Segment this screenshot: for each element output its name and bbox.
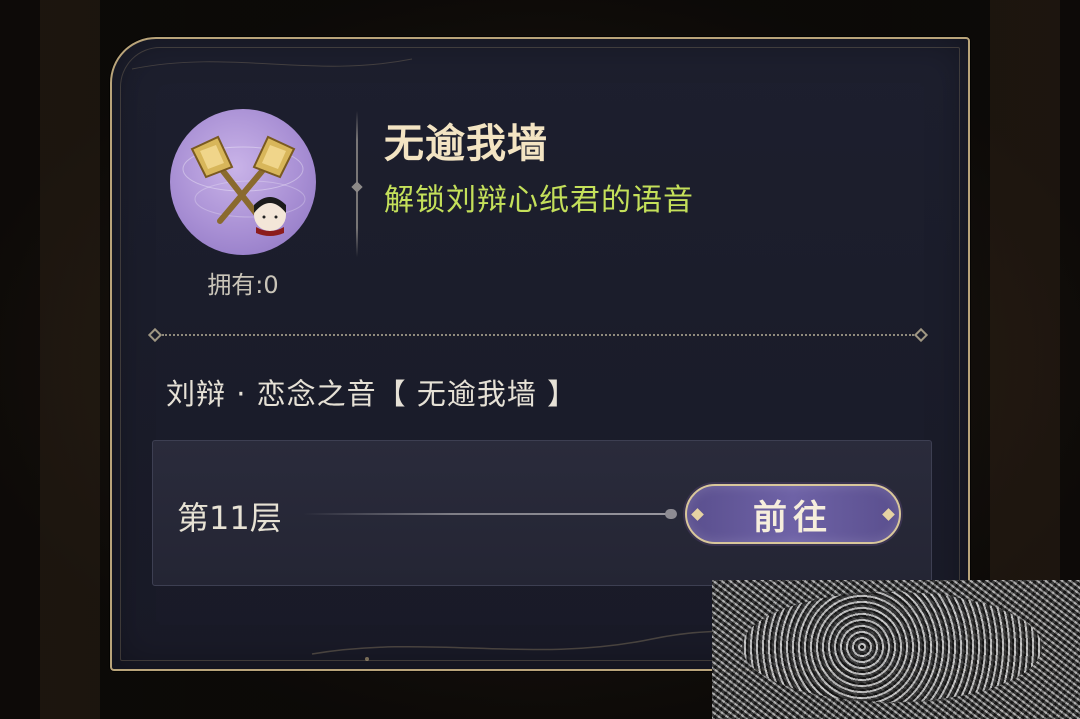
go-button[interactable]: 前往: [685, 484, 901, 544]
noise-blob: [742, 592, 1042, 702]
crossed-axes-icon: [182, 135, 306, 236]
go-button-label: 前往: [753, 497, 833, 538]
acquire-route-row: 第11层 前往: [152, 440, 932, 586]
route-connector-line: [303, 513, 675, 515]
item-detail-panel: 拥有:0 无逾我墙 解锁刘辩心纸君的语音 刘辩 · 恋念之音【 无逾我墙 】 第…: [110, 37, 970, 671]
divider-diamond-right: [913, 327, 929, 343]
route-connector-cap: [665, 509, 677, 519]
section-divider: [147, 327, 929, 343]
separator-diamond: [351, 181, 363, 193]
item-icon[interactable]: [170, 109, 316, 255]
owned-prefix: 拥有:: [207, 271, 264, 299]
button-ornament-left: [691, 508, 704, 521]
item-description: 解锁刘辩心纸君的语音: [384, 183, 694, 218]
owned-count-label: 拥有:0: [170, 265, 316, 300]
background-stripe: [40, 0, 100, 719]
privacy-noise-overlay: [712, 580, 1080, 719]
voice-source-label: 刘辩 · 恋念之音【 无逾我墙 】: [166, 377, 578, 411]
button-ornament-right: [882, 508, 895, 521]
owned-count: 0: [263, 271, 279, 299]
floor-label: 第11层: [177, 499, 282, 537]
item-title: 无逾我墙: [384, 120, 548, 167]
divider-line: [162, 334, 914, 336]
divider-diamond-left: [147, 327, 163, 343]
